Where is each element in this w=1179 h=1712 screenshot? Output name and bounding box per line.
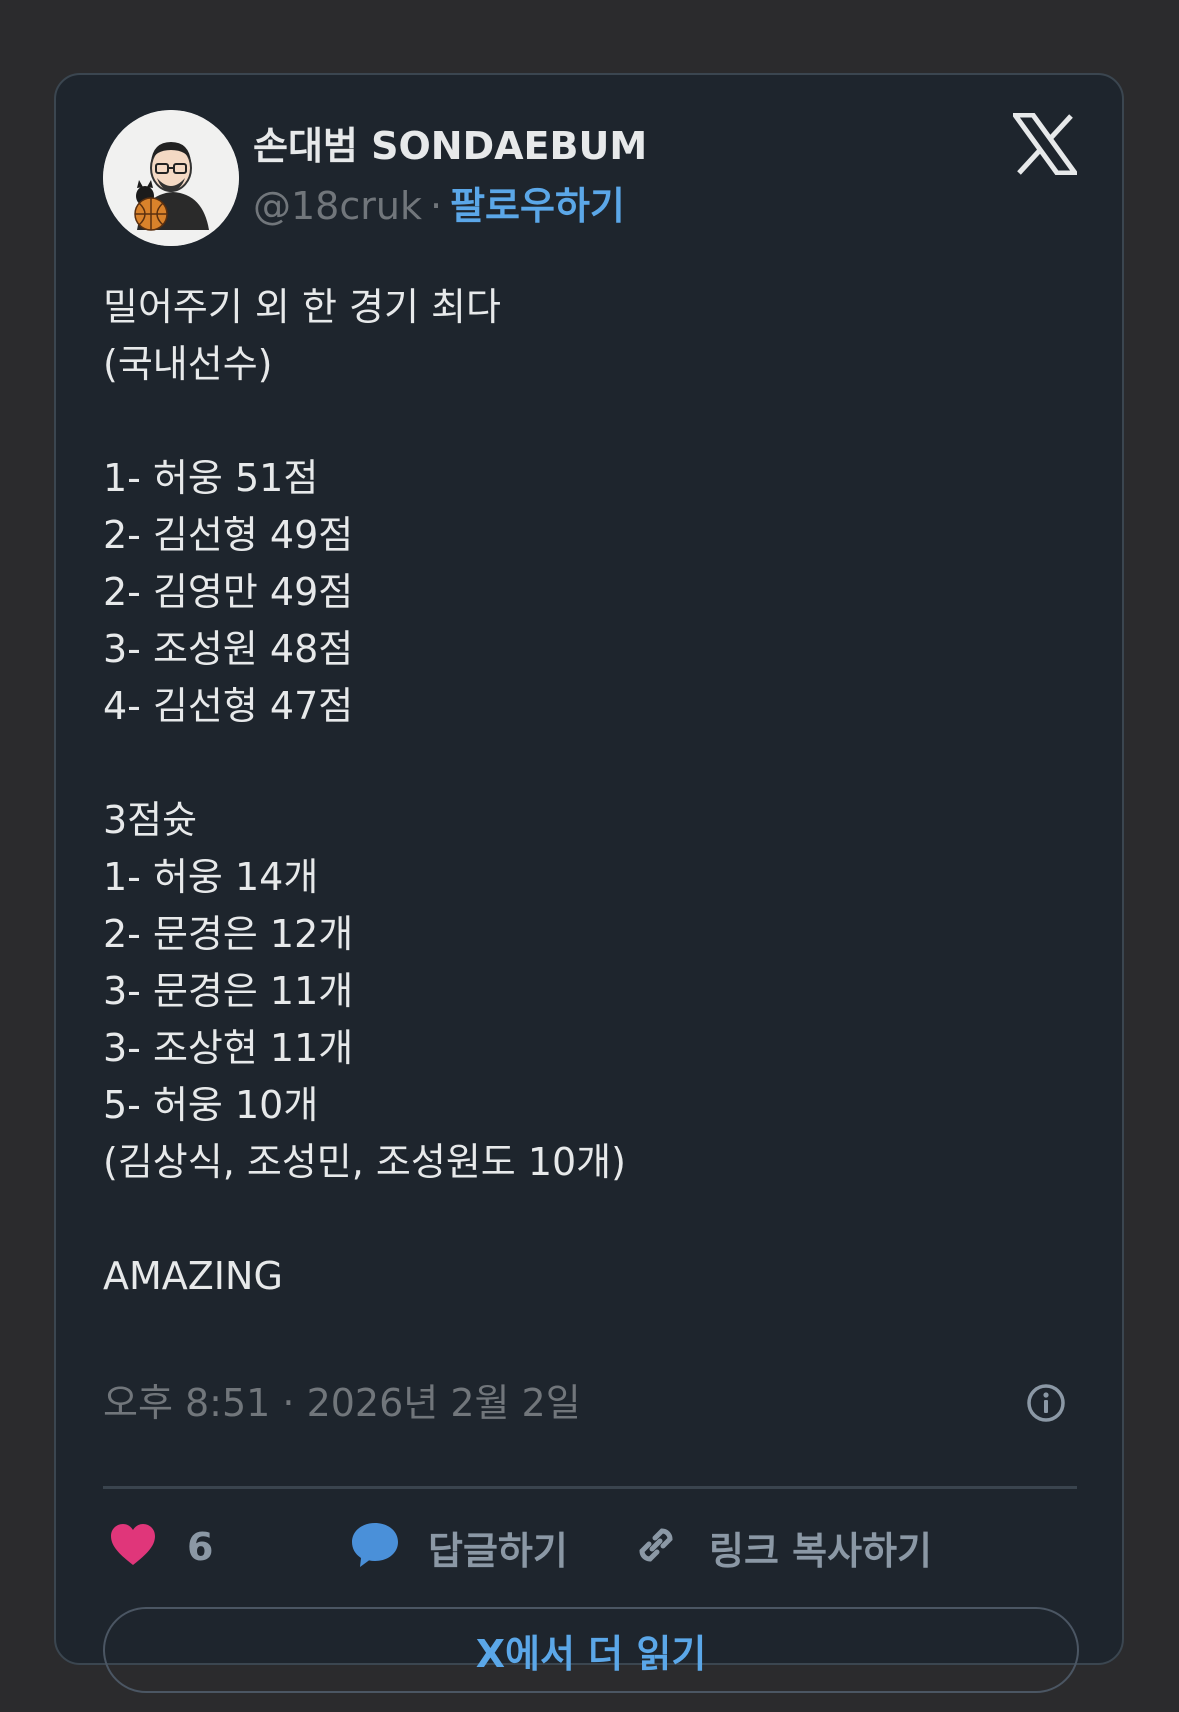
speech-bubble-icon [350, 1521, 400, 1573]
reply-button[interactable]: 답글하기 [350, 1515, 568, 1579]
tweet-line: 2- 문경은 12개 [103, 912, 354, 956]
tweet-line: (국내선수) [103, 342, 273, 386]
x-logo-icon[interactable] [1013, 113, 1077, 175]
read-more-button[interactable]: X에서 더 읽기 [103, 1607, 1079, 1693]
divider [103, 1486, 1077, 1489]
tweet-line: 3- 문경은 11개 [103, 969, 354, 1013]
tweet-line: 2- 김영만 49점 [103, 570, 354, 614]
author-display-name[interactable]: 손대범 SONDAEBUM [253, 121, 647, 171]
author-handle[interactable]: @18cruk [253, 184, 422, 228]
read-more-label: X에서 더 읽기 [475, 1631, 707, 1676]
tweet-text: 밀어주기 외 한 경기 최다 (국내선수) 1- 허웅 51점 2- 김선형 4… [103, 279, 626, 1305]
tweet-line [103, 393, 626, 450]
reply-label: 답글하기 [428, 1528, 568, 1573]
tweet-line: 5- 허웅 10개 [103, 1083, 319, 1127]
like-count: 6 [187, 1525, 214, 1569]
embedded-tweet-card: 손대범 SONDAEBUM @18cruk · 팔로우하기 밀어주기 외 한 경기 … [54, 73, 1124, 1693]
tweet-line: AMAZING [103, 1254, 283, 1298]
avatar[interactable] [103, 110, 239, 246]
copy-link-button[interactable]: 링크 복사하기 [631, 1515, 932, 1579]
tweet-line: 1- 허웅 51점 [103, 456, 319, 500]
tweet-line: 밀어주기 외 한 경기 최다 [103, 285, 501, 329]
follow-button[interactable]: 팔로우하기 [450, 184, 625, 228]
tweet-line: 2- 김선형 49점 [103, 513, 354, 557]
info-icon[interactable] [1025, 1382, 1067, 1424]
copy-link-label: 링크 복사하기 [709, 1528, 932, 1573]
tweet-line: 3- 조성원 48점 [103, 627, 354, 671]
author-handle-row: @18cruk · 팔로우하기 [253, 181, 625, 231]
avatar-illustration [103, 110, 239, 246]
tweet-line: 1- 허웅 14개 [103, 855, 319, 899]
heart-icon [109, 1523, 157, 1571]
tweet-actions: 6 답글하기 링크 복사하기 [103, 1515, 1083, 1579]
link-icon [631, 1520, 681, 1574]
like-button[interactable]: 6 [109, 1515, 213, 1579]
tweet-line: 3점슛 [103, 798, 198, 842]
separator-dot: · [429, 184, 443, 228]
tweet-line [103, 735, 626, 792]
tweet-line: (김상식, 조성민, 조성원도 10개) [103, 1140, 626, 1184]
tweet-line: 3- 조상현 11개 [103, 1026, 354, 1070]
tweet-timestamp[interactable]: 오후 8:51 · 2026년 2월 2일 [103, 1377, 581, 1429]
tweet-line: 4- 김선형 47점 [103, 684, 354, 728]
tweet-line [103, 1191, 626, 1248]
